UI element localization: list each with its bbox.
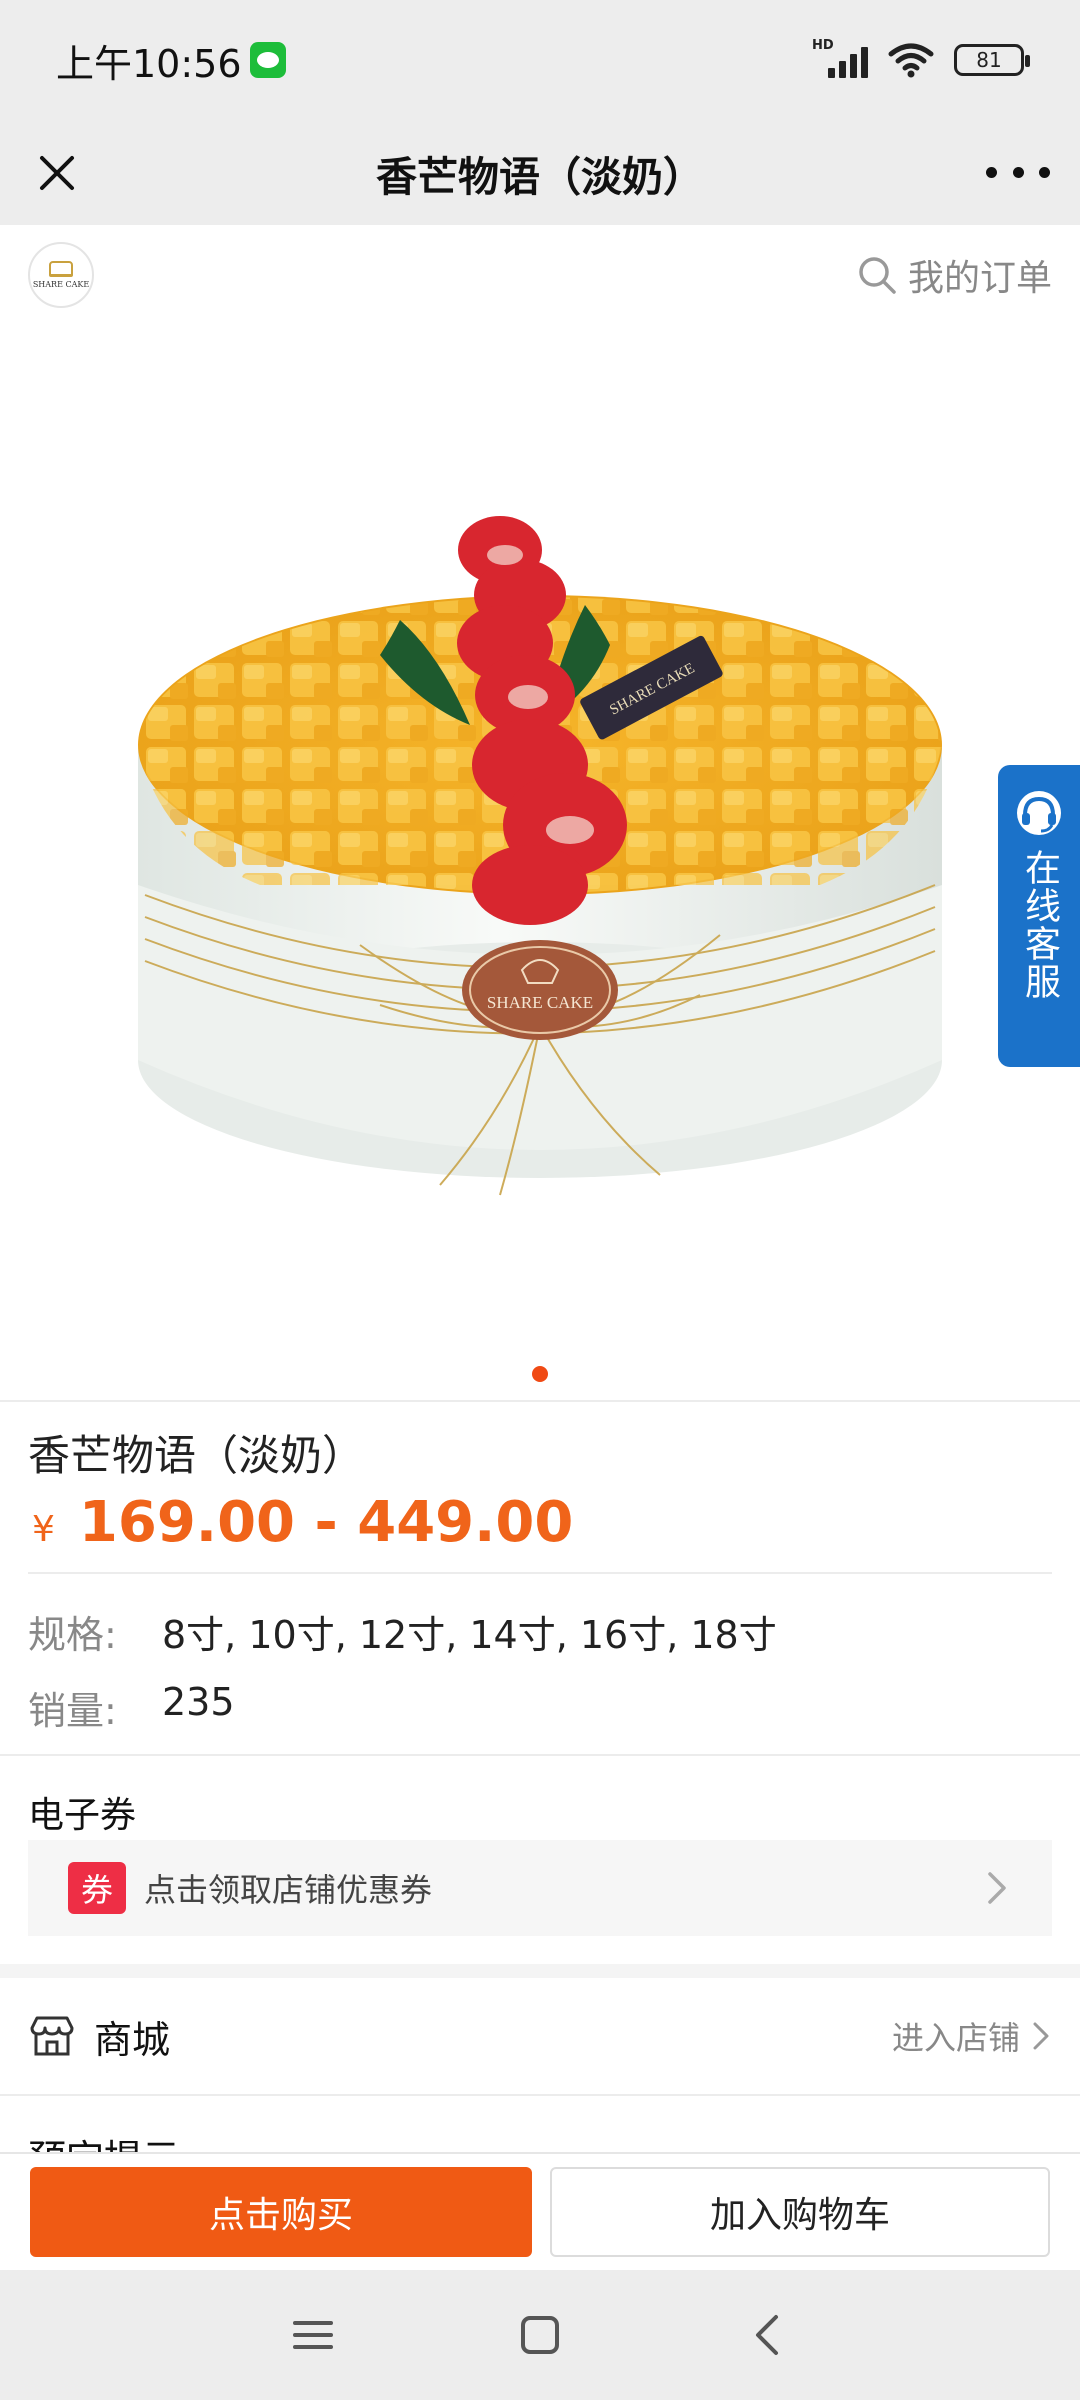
coupon-section-title: 电子券 <box>28 1795 137 1836</box>
sales-label: 销量: <box>28 1689 117 1733</box>
home-nav-button[interactable] <box>510 2305 570 2365</box>
price-range: 169.00 - 449.00 <box>78 1490 574 1555</box>
my-orders-label: 我的订单 <box>907 258 1052 299</box>
bottom-action-bar: 点击购买 加入购物车 <box>0 2152 1080 2270</box>
wifi-icon <box>888 43 934 78</box>
currency-symbol: ¥ <box>32 1509 55 1550</box>
crown-icon <box>49 261 73 277</box>
back-icon <box>755 2315 778 2355</box>
mall-label: 商城 <box>94 2017 171 2062</box>
status-time: 上午10:56 <box>56 41 242 86</box>
price-row: ¥ 169.00 - 449.00 <box>32 1490 573 1555</box>
online-service-label: 在线客服 <box>1019 849 1060 1001</box>
system-navigation-bar <box>0 2270 1080 2400</box>
search-icon <box>859 257 896 294</box>
online-service-button[interactable]: 在线客服 <box>998 765 1080 1067</box>
headset-icon <box>1017 791 1061 835</box>
home-square-icon <box>520 2316 559 2354</box>
my-orders-link[interactable]: 我的订单 <box>856 249 1052 301</box>
buy-now-button[interactable]: 点击购买 <box>30 2167 532 2257</box>
menu-nav-button[interactable] <box>283 2305 343 2365</box>
mall-row[interactable]: 商城 进入店铺 <box>0 1978 1080 2094</box>
more-options-button[interactable] <box>986 150 1050 194</box>
product-name: 香芒物语（淡奶） <box>28 1431 365 1480</box>
page-title: 香芒物语（淡奶） <box>376 152 704 201</box>
title-bar: 香芒物语（淡奶） <box>0 120 1080 225</box>
cake-image: SHARE CAKE SHARE CAKE <box>138 516 942 1196</box>
divider <box>0 1754 1080 1756</box>
spec-label: 规格: <box>28 1613 117 1657</box>
carousel-indicator-dot[interactable] <box>532 1366 548 1382</box>
sales-value: 235 <box>162 1680 235 1724</box>
enter-store-link[interactable]: 进入店铺 <box>892 2013 1052 2059</box>
divider <box>0 1400 1080 1402</box>
sales-row: 销量: 235 <box>28 1680 235 1735</box>
battery-icon: 81 <box>954 44 1030 76</box>
wechat-icon <box>249 42 286 78</box>
enter-store-label: 进入店铺 <box>891 2019 1020 2057</box>
store-logo-text: SHARE CAKE <box>32 280 90 289</box>
claim-coupon-row[interactable]: 券 点击领取店铺优惠券 <box>28 1840 1052 1936</box>
shop-icon <box>30 2016 74 2056</box>
divider <box>0 2094 1080 2096</box>
coupon-badge: 券 <box>68 1862 126 1914</box>
product-image-carousel[interactable]: SHARE CAKE SHARE CAKE <box>0 325 1080 1375</box>
add-to-cart-button[interactable]: 加入购物车 <box>550 2167 1050 2257</box>
section-gap <box>0 1964 1080 1978</box>
spec-row: 规格: 8寸, 10寸, 12寸, 14寸, 16寸, 18寸 <box>28 1604 777 1659</box>
store-logo[interactable]: SHARE CAKE <box>28 242 94 308</box>
chevron-right-icon <box>988 1872 1006 1904</box>
coupon-text: 点击领取店铺优惠券 <box>144 1871 433 1909</box>
battery-level: 81 <box>976 48 1002 72</box>
close-icon[interactable] <box>28 144 86 202</box>
hd-label: HD <box>812 38 834 53</box>
status-bar: 上午10:56 HD 81 <box>0 0 1080 120</box>
cake-medallion-text: SHARE CAKE <box>487 993 593 1012</box>
menu-icon <box>293 2321 334 2349</box>
cellular-signal-icon: HD <box>812 38 868 78</box>
status-icons: HD 81 <box>812 38 1030 78</box>
store-header: SHARE CAKE 我的订单 <box>0 225 1080 325</box>
chevron-right-icon <box>1033 2022 1049 2050</box>
divider <box>28 1572 1052 1574</box>
back-nav-button[interactable] <box>737 2305 797 2365</box>
spec-value: 8寸, 10寸, 12寸, 14寸, 16寸, 18寸 <box>162 1613 777 1657</box>
